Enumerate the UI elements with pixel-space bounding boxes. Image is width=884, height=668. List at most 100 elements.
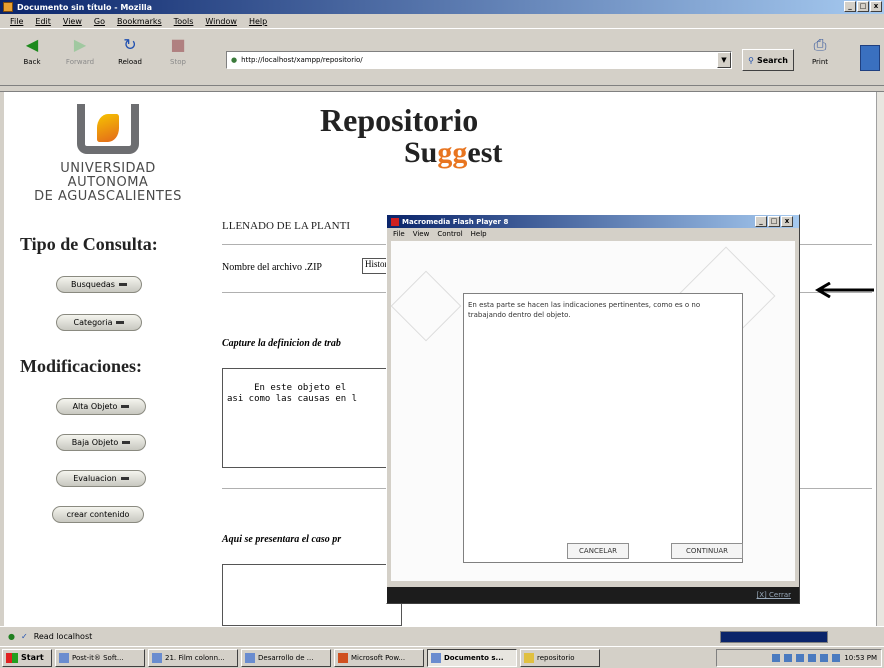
flash-minimize-button[interactable]: _	[755, 216, 767, 227]
repositorio-suggest-logo: Repositorio Suggest	[320, 102, 540, 192]
taskbar-item-label: 21. Film colonn...	[165, 653, 225, 662]
capture-definition-label: Capture la definicion de trab	[222, 338, 341, 349]
brand-suggest: Suggest	[404, 136, 502, 170]
menu-bookmarks[interactable]: Bookmarks	[117, 17, 162, 26]
search-button[interactable]: ⚲ Search	[742, 49, 794, 71]
navigation-toolbar: ◀ Back ▶ Forward ↻ Reload ■ Stop ● http:…	[0, 28, 884, 86]
flash-menu-file[interactable]: File	[393, 230, 405, 238]
case-textarea[interactable]	[222, 564, 402, 626]
modificaciones-heading: Modificaciones:	[20, 356, 142, 376]
categoria-button[interactable]: Categoria	[56, 314, 142, 331]
taskbar-item[interactable]: Post-it® Soft...	[55, 648, 145, 667]
evaluacion-label: Evaluacion	[73, 474, 117, 483]
menu-window[interactable]: Window	[205, 17, 237, 26]
tray-icon[interactable]	[832, 654, 841, 662]
dash-icon	[120, 477, 129, 480]
taskbar-item-label: Microsoft Pow...	[351, 653, 406, 662]
menu-tools[interactable]: Tools	[174, 17, 194, 26]
evaluacion-button[interactable]: Evaluacion	[56, 470, 146, 487]
definition-textarea[interactable]: En este objeto el asi como las causas en…	[222, 368, 402, 468]
taskbar-item[interactable]: 21. Film colonn...	[148, 648, 238, 667]
menu-edit[interactable]: Edit	[35, 17, 51, 26]
maximize-button[interactable]: □	[857, 1, 869, 12]
crear-contenido-button[interactable]: crear contenido	[52, 506, 144, 523]
reload-button[interactable]: ↻ Reload	[112, 35, 148, 79]
forward-label: Forward	[65, 58, 95, 66]
dash-icon	[118, 283, 127, 286]
forward-button[interactable]: ▶ Forward	[62, 35, 98, 79]
start-button[interactable]: Start	[2, 648, 52, 667]
forward-arrow-icon: ▶	[73, 35, 87, 54]
security-icon: ✓	[20, 632, 28, 641]
minimize-button[interactable]: _	[844, 1, 856, 12]
dash-icon	[116, 321, 125, 324]
continuar-button[interactable]: CONTINUAR	[671, 543, 743, 559]
reload-label: Reload	[118, 58, 142, 66]
print-button[interactable]: ⎙ Print	[802, 35, 838, 79]
zip-field-label: Nombre del archivo .ZIP	[222, 262, 322, 273]
close-button[interactable]: x	[870, 1, 882, 12]
app-icon	[338, 652, 348, 663]
status-bar: ● ✓ Read localhost	[0, 626, 884, 646]
flash-close-button[interactable]: x	[781, 216, 793, 227]
taskbar-item[interactable]: Desarrollo de ...	[241, 648, 331, 667]
folder-icon	[524, 652, 534, 663]
tray-icon[interactable]	[784, 654, 793, 662]
url-text: http://localhost/xampp/repositorio/	[241, 56, 363, 64]
app-icon	[431, 652, 441, 663]
taskbar-item-label: Desarrollo de ...	[258, 653, 314, 662]
tray-icon[interactable]	[808, 654, 817, 662]
menu-file[interactable]: File	[10, 17, 23, 26]
cancelar-button[interactable]: CANCELAR	[567, 543, 629, 559]
windows-logo-icon	[6, 652, 18, 663]
url-input[interactable]: ● http://localhost/xampp/repositorio/ ▼	[226, 51, 732, 69]
flash-menu-help[interactable]: Help	[471, 230, 487, 238]
reload-icon: ↻	[123, 35, 137, 54]
back-arrow-icon: ◀	[25, 35, 39, 54]
stop-label: Stop	[170, 58, 186, 66]
taskbar-item[interactable]: Microsoft Pow...	[334, 648, 424, 667]
back-button[interactable]: ◀ Back	[14, 35, 50, 79]
arrow-left-icon	[815, 282, 874, 298]
flash-icon	[391, 217, 399, 226]
university-name-line2: DE AGUASCALIENTES	[34, 189, 182, 204]
url-dropdown-button[interactable]: ▼	[717, 52, 731, 68]
university-emblem-icon	[73, 104, 143, 156]
menu-go[interactable]: Go	[94, 17, 105, 26]
stop-button[interactable]: ■ Stop	[160, 35, 196, 79]
mozilla-throbber-icon	[860, 45, 880, 71]
brand-suggest-part1: Su	[404, 136, 438, 169]
taskbar-item[interactable]: repositorio	[520, 648, 600, 667]
status-text: Read localhost	[33, 632, 93, 641]
case-label: Aqui se presentara el caso pr	[222, 534, 342, 545]
flash-close-link[interactable]: [X] Cerrar	[387, 587, 799, 603]
flash-menu-control[interactable]: Control	[437, 230, 462, 238]
taskbar-item-active[interactable]: Documento s...	[427, 648, 517, 667]
tray-icon[interactable]	[820, 654, 829, 662]
tray-icon[interactable]	[796, 654, 805, 662]
flash-maximize-button[interactable]: □	[768, 216, 780, 227]
flash-menu-view[interactable]: View	[413, 230, 430, 238]
menu-view[interactable]: View	[63, 17, 82, 26]
window-title-bar: Documento sin título - Mozilla _ □ x	[0, 0, 884, 14]
tray-icon[interactable]	[772, 654, 781, 662]
app-icon	[152, 652, 162, 663]
decorative-diamond	[390, 270, 462, 342]
page-scrollbar[interactable]	[876, 92, 884, 626]
alta-objeto-button[interactable]: Alta Objeto	[56, 398, 146, 415]
stop-icon: ■	[170, 35, 186, 54]
search-label: Search	[756, 55, 788, 65]
dash-icon	[122, 441, 131, 444]
loading-progress-bar	[720, 631, 828, 643]
busquedas-button[interactable]: Busquedas	[56, 276, 142, 293]
windows-taskbar: Start Post-it® Soft... 21. Film colonn..…	[0, 646, 884, 668]
window-title: Documento sin título - Mozilla	[17, 2, 153, 12]
flash-title-bar: Macromedia Flash Player 8 _ □ x	[387, 215, 799, 228]
baja-objeto-button[interactable]: Baja Objeto	[56, 434, 146, 451]
categoria-label: Categoria	[73, 318, 113, 327]
menu-help[interactable]: Help	[249, 17, 267, 26]
app-icon	[59, 652, 69, 663]
flash-stage: En esta parte se hacen las indicaciones …	[390, 241, 795, 581]
flash-player-window: Macromedia Flash Player 8 _ □ x File Vie…	[386, 214, 800, 604]
dash-icon	[121, 405, 130, 408]
